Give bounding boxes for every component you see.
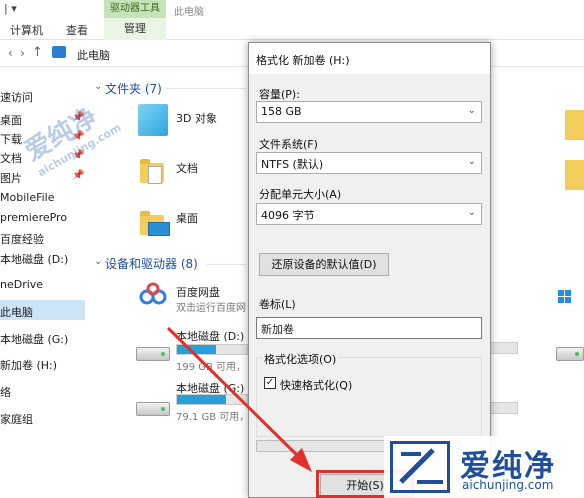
document-page-icon (148, 166, 162, 184)
sidebar-item-drive-g[interactable]: 本地磁盘 (G:) (0, 331, 68, 347)
annotation-arrow (166, 326, 312, 472)
breadcrumb[interactable]: 此电脑 (77, 47, 110, 63)
baidu-netdisk-icon (138, 282, 168, 308)
sidebar-item-quick-access[interactable]: 速访问 (0, 89, 33, 105)
device-baidu-netdisk[interactable]: 百度网盘 (176, 284, 220, 300)
chevron-down-icon: ⌄ (467, 156, 476, 167)
folder-3d-objects[interactable]: 3D 对象 (176, 110, 217, 126)
watermark-logo (390, 441, 450, 493)
capacity-label: 容量(P): (259, 88, 300, 101)
collapse-chevron-icon[interactable]: ⌄ (94, 256, 102, 267)
sidebar-item-this-pc[interactable]: 此电脑 (0, 304, 33, 320)
sidebar-item-onedrive[interactable]: neDrive (0, 278, 43, 291)
filesystem-value: NTFS (默认) (261, 158, 324, 171)
filesystem-select[interactable]: NTFS (默认) ⌄ (256, 152, 482, 174)
title-bar (0, 0, 584, 18)
allocation-unit-value: 4096 字节 (261, 209, 315, 222)
devices-header[interactable]: 设备和驱动器 (8) (105, 255, 198, 272)
chevron-down-icon: ⌄ (467, 105, 476, 116)
sidebar-item-drive-h[interactable]: 新加卷 (H:) (0, 357, 57, 373)
sidebar-item-premierepro[interactable]: premierePro (0, 211, 67, 224)
dialog-title: 格式化 新加卷 (H:) (256, 54, 350, 67)
sidebar-item-baidu-exp[interactable]: 百度经验 (0, 231, 44, 247)
sidebar-item-documents[interactable]: 文档 (0, 150, 22, 166)
chevron-down-icon: ⌄ (467, 207, 476, 218)
hard-drive-icon (556, 347, 584, 361)
device-baidu-sub: 双击运行百度网 (176, 303, 246, 314)
drive-usage-bar-partial (490, 402, 518, 414)
capacity-select[interactable]: 158 GB ⌄ (256, 101, 482, 123)
tab-computer[interactable]: 计算机 (10, 22, 43, 38)
folder-desktop[interactable]: 桌面 (176, 210, 198, 226)
computer-icon (52, 46, 66, 58)
windows-drive-icon (558, 290, 572, 304)
filesystem-label: 文件系统(F) (259, 138, 318, 151)
allocation-unit-select[interactable]: 4096 字节 ⌄ (256, 203, 482, 225)
up-button[interactable]: ↑ (32, 45, 43, 60)
watermark-url: aichunjing.com (462, 478, 554, 492)
sidebar-item-pictures[interactable]: 图片 (0, 170, 22, 186)
tab-manage[interactable]: 管理 (104, 18, 166, 40)
section-divider (206, 264, 246, 265)
section-divider (166, 88, 246, 89)
capacity-value: 158 GB (261, 105, 302, 118)
window-title: 此电脑 (174, 7, 204, 18)
allocation-unit-label: 分配单元大小(A) (259, 188, 342, 201)
tab-view[interactable]: 查看 (66, 22, 88, 38)
sidebar-item-mobilefile[interactable]: MobileFile (0, 191, 55, 204)
sidebar-item-drive-d[interactable]: 本地磁盘 (D:) (0, 251, 68, 267)
quick-access-toolbar[interactable]: | ▾ (4, 2, 17, 15)
restore-defaults-button[interactable]: 还原设备的默认值(D) (259, 253, 389, 276)
forward-button[interactable]: › (20, 46, 25, 60)
drive-usage-bar-partial (490, 342, 518, 354)
music-folder-icon (565, 160, 584, 190)
volume-label-caption: 卷标(L) (259, 298, 296, 311)
back-button[interactable]: ‹ (8, 46, 13, 60)
sidebar-item-network[interactable]: 络 (0, 384, 11, 400)
sidebar-item-desktop[interactable]: 桌面 (0, 112, 22, 128)
sidebar-item-homegroup[interactable]: 家庭组 (0, 411, 33, 427)
drive-tools-tab[interactable]: 驱动器工具 (104, 0, 166, 18)
folder-documents[interactable]: 文档 (176, 160, 198, 176)
monitor-icon (148, 222, 170, 236)
pictures-folder-icon (565, 110, 584, 140)
